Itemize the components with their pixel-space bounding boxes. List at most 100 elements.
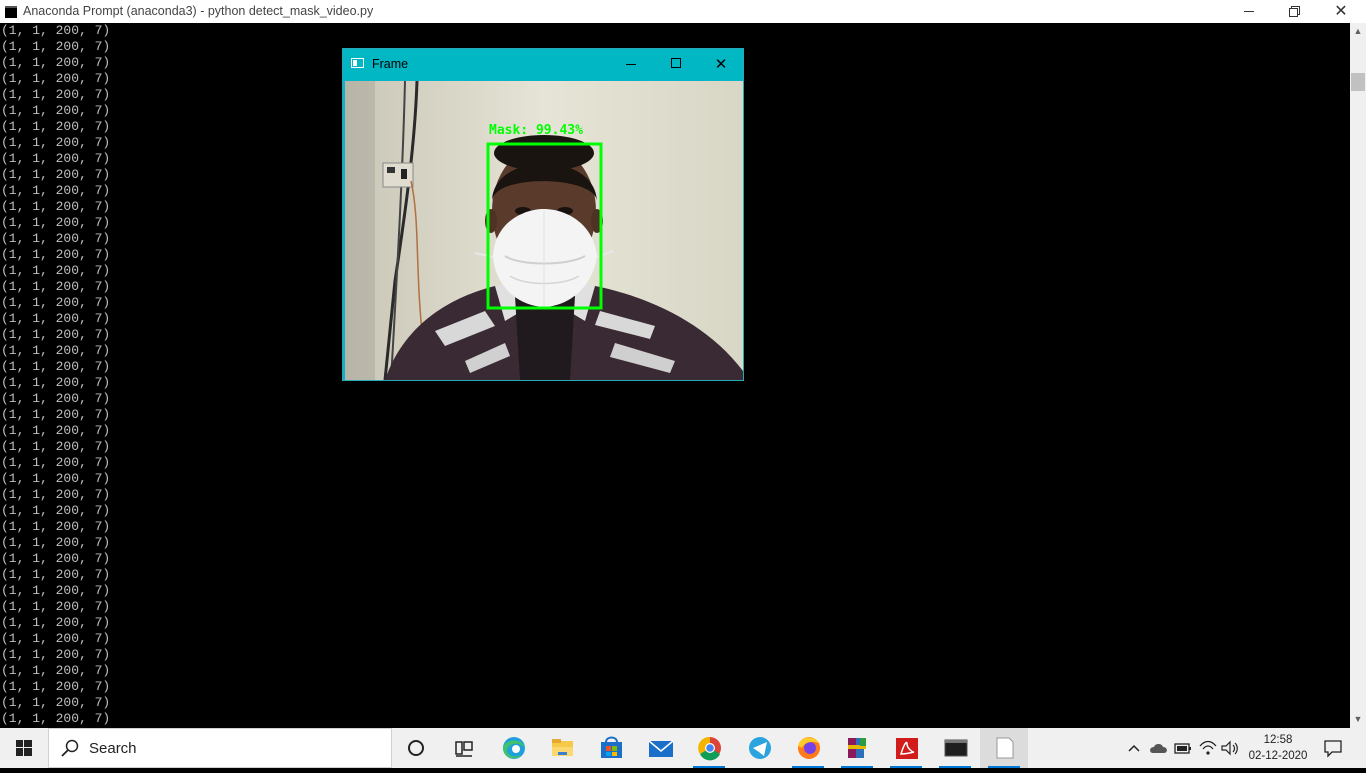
file-explorer-button[interactable]	[538, 728, 586, 768]
console-line: (1, 1, 200, 7)	[1, 423, 111, 438]
acrobat-icon	[896, 738, 918, 759]
minimize-icon	[626, 64, 636, 65]
microsoft-store-icon	[601, 736, 622, 758]
taskbar: Search 12:58 02-12-2020	[0, 728, 1366, 768]
console-line: (1, 1, 200, 7)	[1, 471, 111, 486]
notification-icon[interactable]	[1322, 738, 1344, 758]
firefox-button[interactable]	[784, 728, 832, 768]
console-line: (1, 1, 200, 7)	[1, 87, 111, 102]
acrobat-button[interactable]	[882, 728, 930, 768]
console-line: (1, 1, 200, 7)	[1, 455, 111, 470]
console-line: (1, 1, 200, 7)	[1, 119, 111, 134]
telegram-button[interactable]	[735, 728, 783, 768]
console-line: (1, 1, 200, 7)	[1, 295, 111, 310]
chrome-button[interactable]	[685, 728, 733, 768]
clock-date: 02-12-2020	[1248, 750, 1308, 762]
console-line: (1, 1, 200, 7)	[1, 535, 111, 550]
winrar-icon	[848, 738, 866, 758]
window-title: Anaconda Prompt (anaconda3) - python det…	[23, 4, 374, 18]
terminal-icon	[944, 739, 968, 757]
console-titlebar[interactable]: Anaconda Prompt (anaconda3) - python det…	[0, 0, 1366, 23]
notepad-button[interactable]	[980, 728, 1028, 768]
battery-icon[interactable]	[1173, 740, 1193, 756]
console-line: (1, 1, 200, 7)	[1, 231, 111, 246]
console-line: (1, 1, 200, 7)	[1, 711, 111, 726]
console-line: (1, 1, 200, 7)	[1, 439, 111, 454]
frame-app-icon	[351, 58, 364, 68]
console-line: (1, 1, 200, 7)	[1, 407, 111, 422]
volume-icon[interactable]	[1220, 739, 1240, 757]
close-button[interactable]: ✕	[1318, 0, 1364, 23]
winrar-button[interactable]	[833, 728, 881, 768]
frame-titlebar[interactable]: Frame ✕	[343, 49, 743, 80]
close-icon: ✕	[714, 56, 728, 73]
mail-button[interactable]	[636, 728, 684, 768]
vertical-scrollbar[interactable]: ▲ ▼	[1350, 23, 1366, 728]
console-line: (1, 1, 200, 7)	[1, 39, 111, 54]
store-button[interactable]	[587, 728, 635, 768]
console-line: (1, 1, 200, 7)	[1, 583, 111, 598]
console-line: (1, 1, 200, 7)	[1, 599, 111, 614]
terminal-app-icon	[5, 6, 17, 18]
console-line: (1, 1, 200, 7)	[1, 247, 111, 262]
console-line: (1, 1, 200, 7)	[1, 679, 111, 694]
cortana-button[interactable]	[392, 728, 440, 768]
close-icon: ✕	[1334, 3, 1348, 20]
console-line: (1, 1, 200, 7)	[1, 199, 111, 214]
terminal-button[interactable]	[931, 728, 979, 768]
console-line: (1, 1, 200, 7)	[1, 167, 111, 182]
telegram-icon	[749, 737, 771, 759]
frame-maximize-button[interactable]	[653, 49, 699, 80]
file-explorer-icon	[552, 739, 573, 756]
task-view-button[interactable]	[440, 728, 488, 768]
webcam-image: Mask: 99.43%	[345, 81, 743, 380]
console-line: (1, 1, 200, 7)	[1, 263, 111, 278]
frame-close-button[interactable]: ✕	[698, 49, 744, 80]
search-placeholder: Search	[89, 740, 137, 757]
scroll-up-arrow-icon[interactable]: ▲	[1350, 23, 1366, 40]
minimize-button[interactable]	[1226, 0, 1272, 23]
console-line: (1, 1, 200, 7)	[1, 695, 111, 710]
console-line: (1, 1, 200, 7)	[1, 55, 111, 70]
wifi-icon[interactable]	[1198, 739, 1218, 757]
console-line: (1, 1, 200, 7)	[1, 375, 111, 390]
console-line: (1, 1, 200, 7)	[1, 71, 111, 86]
console-line: (1, 1, 200, 7)	[1, 343, 111, 358]
webcam-frame: Mask: 99.43%	[345, 81, 743, 380]
frame-minimize-button[interactable]	[608, 49, 654, 80]
scroll-down-arrow-icon[interactable]: ▼	[1350, 711, 1366, 728]
start-button[interactable]	[0, 728, 48, 768]
clock[interactable]: 12:58 02-12-2020	[1240, 732, 1316, 764]
mail-icon	[648, 740, 674, 757]
search-icon	[61, 739, 79, 757]
windows-logo-icon	[16, 740, 32, 756]
console-line: (1, 1, 200, 7)	[1, 615, 111, 630]
console-line: (1, 1, 200, 7)	[1, 23, 111, 38]
console-line: (1, 1, 200, 7)	[1, 519, 111, 534]
scroll-thumb[interactable]	[1351, 73, 1365, 91]
console-line: (1, 1, 200, 7)	[1, 151, 111, 166]
frame-window[interactable]: Frame ✕ Mask: 99.43%	[342, 48, 744, 381]
console-line: (1, 1, 200, 7)	[1, 311, 111, 326]
chevron-up-icon[interactable]	[1126, 740, 1142, 756]
edge-icon	[503, 737, 525, 759]
console-line: (1, 1, 200, 7)	[1, 487, 111, 502]
notepad-icon	[996, 737, 1014, 759]
console-line: (1, 1, 200, 7)	[1, 215, 111, 230]
firefox-icon	[798, 737, 820, 759]
onedrive-cloud-icon[interactable]	[1149, 740, 1169, 756]
task-view-icon	[455, 741, 473, 757]
chrome-icon	[698, 736, 721, 761]
console-line: (1, 1, 200, 7)	[1, 647, 111, 662]
console-line: (1, 1, 200, 7)	[1, 391, 111, 406]
edge-button[interactable]	[489, 728, 537, 768]
console-line: (1, 1, 200, 7)	[1, 631, 111, 646]
console-line: (1, 1, 200, 7)	[1, 183, 111, 198]
console-lines: (1, 1, 200, 7) (1, 1, 200, 7) (1, 1, 200, …	[1, 23, 110, 727]
minimize-icon	[1244, 11, 1254, 12]
restore-button[interactable]	[1272, 0, 1318, 23]
frame-title: Frame	[372, 57, 409, 71]
console-line: (1, 1, 200, 7)	[1, 503, 111, 518]
console-line: (1, 1, 200, 7)	[1, 663, 111, 678]
search-box[interactable]: Search	[48, 728, 392, 768]
